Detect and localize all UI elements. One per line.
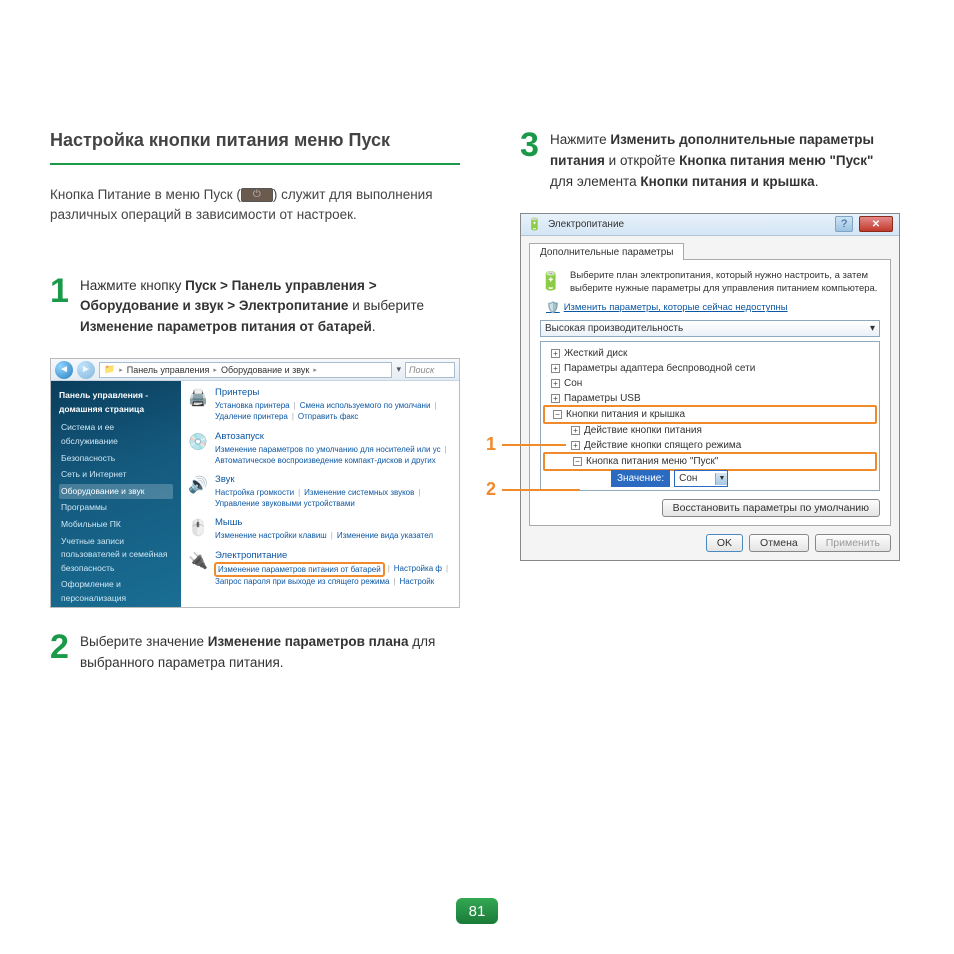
category-link[interactable]: Управление звуковыми устройствами	[215, 498, 355, 509]
settings-tree[interactable]: +Жесткий диск+Параметры адаптера беспров…	[540, 341, 880, 491]
ok-button[interactable]: OK	[706, 534, 743, 552]
sidebar-item[interactable]: Оформление и персонализация	[59, 577, 173, 606]
expand-icon[interactable]: +	[551, 379, 560, 388]
category-link[interactable]: Настройка ф	[394, 563, 442, 576]
chevron-down-icon: ▾	[870, 323, 875, 334]
step-number: 2	[50, 632, 72, 674]
expand-icon[interactable]: +	[551, 394, 560, 403]
expand-icon[interactable]: +	[571, 441, 580, 450]
category: 🖱️МышьИзменение настройки клавиш|Изменен…	[187, 517, 459, 541]
page-title: Настройка кнопки питания меню Пуск	[50, 130, 460, 165]
category-title[interactable]: Звук	[215, 474, 459, 485]
category-link[interactable]: Изменение системных звуков	[304, 487, 414, 498]
intro-text: Кнопка Питание в меню Пуск () служит для…	[50, 185, 460, 226]
tree-item[interactable]: −Кнопки питания и крышка	[543, 405, 877, 424]
category-title[interactable]: Электропитание	[215, 550, 459, 561]
sidebar-item[interactable]: Учетные записи пользователей и семейная …	[59, 534, 173, 577]
category-icon: 🖱️	[187, 517, 209, 539]
callout-1: 1	[486, 434, 496, 455]
screenshot-power-options: 🔋 Электропитание ? ✕ Дополнительные пара…	[520, 213, 900, 562]
restore-defaults-button[interactable]: Восстановить параметры по умолчанию	[662, 499, 880, 517]
dialog-title: Электропитание	[548, 219, 829, 230]
cancel-button[interactable]: Отмена	[749, 534, 809, 552]
expand-icon[interactable]: +	[571, 426, 580, 435]
dialog-description: Выберите план электропитания, который ну…	[570, 270, 880, 296]
chevron-down-icon: ▼	[715, 473, 727, 485]
category: 🖨️ПринтерыУстановка принтера|Смена испол…	[187, 387, 459, 422]
change-unavailable-link[interactable]: 🛡️ Изменить параметры, которые сейчас не…	[546, 301, 880, 314]
breadcrumb[interactable]: 📁 ▸ Панель управления ▸ Оборудование и з…	[99, 362, 392, 378]
page-number: 81	[456, 898, 498, 924]
tree-item[interactable]: +Параметры адаптера беспроводной сети	[543, 361, 877, 376]
value-label: Значение:	[611, 470, 670, 487]
category: 🔌 ЭлектропитаниеИзменение параметров пита…	[187, 550, 459, 587]
highlighted-link[interactable]: Изменение параметров питания от батарей	[214, 562, 385, 577]
folder-icon: 📁	[104, 364, 115, 375]
category-title[interactable]: Принтеры	[215, 387, 459, 398]
category-link[interactable]: Настройк	[400, 576, 435, 587]
category-icon: 🔊	[187, 474, 209, 496]
search-input[interactable]: Поиск	[405, 362, 455, 378]
expand-icon[interactable]: +	[551, 364, 560, 373]
sidebar-item[interactable]: Мобильные ПК	[59, 517, 173, 533]
control-panel-content: 🖨️ПринтерыУстановка принтера|Смена испол…	[181, 381, 459, 608]
sidebar-item[interactable]: Программы	[59, 500, 173, 516]
sidebar-item[interactable]: Часы, язык и регион	[59, 608, 173, 609]
tab-advanced[interactable]: Дополнительные параметры	[529, 243, 684, 260]
tree-item[interactable]: +Действие кнопки питания	[543, 423, 877, 438]
tree-item[interactable]: +Жесткий диск	[543, 346, 877, 361]
tree-item[interactable]: +Параметры USB	[543, 391, 877, 406]
category-link[interactable]: Настройка громкости	[215, 487, 294, 498]
category: 💿 Автозапуск Изменение параметров по умолч…	[187, 431, 459, 466]
category-title[interactable]: Автозапуск	[215, 431, 459, 442]
category-link[interactable]: Смена используемого по умолчани	[300, 400, 431, 411]
sidebar-item[interactable]: Безопасность	[59, 451, 173, 467]
back-button[interactable]: ◄	[55, 361, 73, 379]
value-select[interactable]: Сон▼	[674, 470, 728, 487]
power-plan-select[interactable]: Высокая производительность ▾	[540, 320, 880, 337]
category-link[interactable]: Автоматическое воспроизведение компакт-д…	[215, 455, 436, 466]
step-number: 1	[50, 276, 72, 339]
tree-value-row: Значение:Сон▼	[543, 470, 877, 487]
power-plan-icon: 🔋	[540, 270, 562, 292]
battery-icon: 🔋	[527, 217, 542, 231]
category-link[interactable]: Изменение настройки клавиш	[215, 530, 327, 541]
close-button[interactable]: ✕	[859, 216, 893, 232]
step-number: 3	[520, 130, 542, 193]
screenshot-control-panel: ◄ ► 📁 ▸ Панель управления ▸ Оборудование…	[50, 358, 460, 608]
category-link[interactable]: Изменение параметров по умолчанию для но…	[215, 444, 441, 455]
tree-item[interactable]: +Действие кнопки спящего режима	[543, 438, 877, 453]
power-button-icon	[241, 188, 273, 202]
category-title[interactable]: Мышь	[215, 517, 459, 528]
callout-2: 2	[486, 479, 496, 500]
category-icon: 💿	[187, 431, 209, 453]
forward-button[interactable]: ►	[77, 361, 95, 379]
shield-icon: 🛡️	[546, 301, 560, 314]
control-panel-sidebar: Панель управления - домашняя страница Си…	[51, 381, 181, 608]
category-link[interactable]: Установка принтера	[215, 400, 290, 411]
category-link[interactable]: Отправить факс	[298, 411, 359, 422]
category-icon: 🖨️	[187, 387, 209, 409]
expand-icon[interactable]: +	[551, 349, 560, 358]
step-1: 1 Нажмите кнопку Пуск > Панель управлени…	[50, 276, 460, 339]
help-button[interactable]: ?	[835, 216, 853, 232]
sidebar-item[interactable]: Система и ее обслуживание	[59, 420, 173, 449]
tree-item[interactable]: −Кнопка питания меню "Пуск"	[543, 452, 877, 471]
apply-button[interactable]: Применить	[815, 534, 891, 552]
category-link[interactable]: Запрос пароля при выходе из спящего режи…	[215, 576, 389, 587]
sidebar-item[interactable]: Сеть и Интернет	[59, 467, 173, 483]
sidebar-item[interactable]: Оборудование и звук	[59, 484, 173, 500]
category: 🔊ЗвукНастройка громкости|Изменение систе…	[187, 474, 459, 509]
step-2: 2 Выберите значение Изменение параметров…	[50, 632, 460, 674]
expand-icon[interactable]: −	[573, 457, 582, 466]
tree-item[interactable]: +Сон	[543, 376, 877, 391]
category-link[interactable]: Изменение вида указател	[337, 530, 433, 541]
category-icon: 🔌	[187, 550, 209, 572]
expand-icon[interactable]: −	[553, 410, 562, 419]
step-3: 3 Нажмите Изменить дополнительные параме…	[520, 130, 900, 193]
category-link[interactable]: Удаление принтера	[215, 411, 288, 422]
